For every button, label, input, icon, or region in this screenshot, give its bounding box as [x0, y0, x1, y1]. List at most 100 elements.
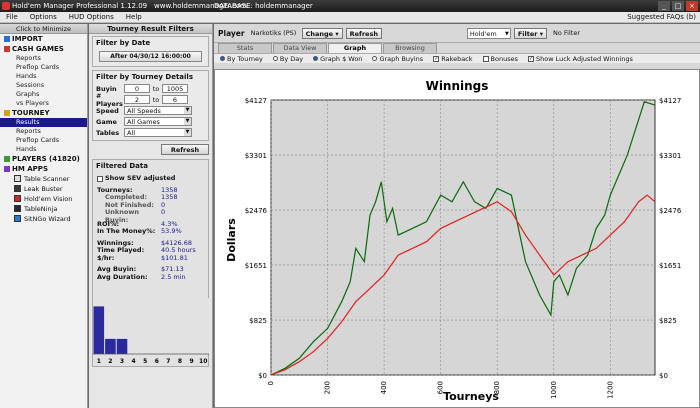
nav-tourney-preflop-cards[interactable]: Preflop Cards [0, 136, 87, 145]
chevron-down-icon: ▾ [335, 29, 339, 38]
game-type-select[interactable]: Hold'em ▼ [466, 27, 511, 39]
sev-checkbox[interactable] [97, 175, 103, 182]
nav-cash-reports[interactable]: Reports [0, 54, 87, 63]
y-tick-label-right: $825 [659, 317, 677, 325]
sev-checkbox-row[interactable]: Show SEV adjusted [93, 174, 208, 183]
title-bar: Hold'em Manager Professional 1.12.09 www… [0, 0, 700, 12]
minimize-nav-button[interactable]: Click to Minimize [0, 24, 87, 34]
buyin-to-input[interactable]: 1005 [162, 84, 188, 93]
nav-cash-hands[interactable]: Hands [0, 72, 87, 81]
nav-players[interactable]: PLAYERS (41820) [0, 154, 87, 164]
nav-app-tableninja[interactable]: TableNinja [0, 204, 87, 214]
x-tick-label: 1000 [550, 381, 558, 399]
tableninja-icon [14, 205, 21, 212]
filter-refresh-button[interactable]: Refresh [161, 144, 209, 155]
players-from-input[interactable]: 2 [124, 95, 150, 104]
import-icon [4, 36, 10, 42]
maximize-button[interactable]: □ [672, 1, 684, 11]
change-player-button[interactable]: Change ▾ [301, 27, 343, 39]
view-tabs: Stats Data View Graph Browsing [214, 43, 700, 53]
main-panel: Player Narkotiks (PS) Change ▾ Refresh H… [214, 24, 700, 408]
date-filter-button[interactable]: After 04/30/12 16:00:00 [99, 51, 202, 62]
nav-cash-vs-players[interactable]: vs Players [0, 99, 87, 108]
menu-hud-options[interactable]: HUD Options [63, 13, 120, 21]
game-label: Game [96, 117, 117, 126]
nav-app-leak-buster[interactable]: Leak Buster [0, 184, 87, 194]
y-tick-label-right: $0 [659, 372, 668, 380]
nav-tourney-hands[interactable]: Hands [0, 145, 87, 154]
y-tick-label-left: $0 [258, 372, 267, 380]
rakeback-option[interactable]: ✓ Rakeback [433, 55, 473, 63]
nav-tourney-results[interactable]: Results [0, 118, 87, 127]
mini-bar-label: 4 [132, 358, 136, 365]
players-icon [4, 156, 10, 162]
tab-browsing[interactable]: Browsing [383, 43, 437, 53]
filter-by-date-box: Filter by Date After 04/30/12 16:00:00 [92, 36, 209, 67]
mini-bar-label: 2 [108, 358, 112, 365]
game-row: Game All Games ▼ [93, 116, 208, 127]
close-button[interactable]: × [686, 1, 698, 11]
by-day-option[interactable]: By Day [272, 55, 303, 63]
graph-won-option[interactable]: Graph $ Won [313, 55, 362, 63]
graph-won-radio[interactable] [313, 56, 319, 61]
nav-cash-games[interactable]: CASH GAMES [0, 44, 87, 54]
filter-by-details-box: Filter by Tourney Details Buyin 0 to 100… [92, 70, 209, 141]
player-refresh-button[interactable]: Refresh [345, 27, 382, 39]
by-day-radio[interactable] [272, 56, 278, 61]
filter-by-details-title: Filter by Tourney Details [96, 73, 193, 81]
sev-label: Show SEV adjusted [105, 174, 176, 182]
y-tick-label-left: $1651 [245, 262, 267, 270]
nav-cash-sessions[interactable]: Sessions [0, 81, 87, 90]
winnings-graph-container: Winnings Tourneys Dollars $0 $0 $825 $825 $1… [214, 69, 700, 408]
nav-cash-preflop-cards[interactable]: Preflop Cards [0, 63, 87, 72]
menu-options[interactable]: Options [24, 13, 63, 21]
by-tourney-option[interactable]: By Tourney [220, 55, 263, 63]
by-tourney-radio[interactable] [220, 56, 225, 61]
nav-hm-apps[interactable]: HM APPS [0, 164, 87, 174]
nav-cash-graphs[interactable]: Graphs [0, 90, 87, 99]
filter-panel-header: Tourney Result Filters [89, 24, 212, 34]
x-tick-label: 1200 [606, 381, 614, 399]
tab-data-view[interactable]: Data View [273, 43, 327, 53]
filter-button[interactable]: Filter ▾ [513, 27, 547, 39]
bonuses-option[interactable]: Bonuses [482, 55, 518, 63]
game-select[interactable]: All Games ▼ [124, 117, 192, 126]
mini-bar-label: 8 [178, 358, 182, 365]
nav-app-holdem-vision[interactable]: Hold'em Vision [0, 194, 87, 204]
mini-bar [93, 306, 105, 354]
y-tick-label-left: $3301 [245, 152, 267, 160]
minimize-button[interactable]: _ [658, 1, 670, 11]
mini-bar [116, 338, 128, 354]
luck-adjusted-checkbox[interactable]: ✓ [527, 55, 534, 62]
mini-bar [105, 338, 116, 354]
cash-games-icon [4, 46, 10, 52]
y-tick-label-right: $1651 [659, 262, 681, 270]
y-tick-label-right: $4127 [659, 97, 681, 105]
players-to-input[interactable]: 6 [162, 95, 188, 104]
suggested-faqs-link[interactable]: Suggested FAQs (b) [627, 12, 696, 23]
tab-graph[interactable]: Graph [328, 43, 382, 53]
luck-adjusted-option[interactable]: ✓ Show Luck Adjusted Winnings [527, 55, 633, 63]
graph-buyins-radio[interactable] [372, 56, 378, 61]
nav-app-sitngo-wizard[interactable]: SitNGo Wizard [0, 214, 87, 224]
bonuses-checkbox[interactable] [482, 55, 489, 62]
speed-select[interactable]: All Speeds ▼ [124, 106, 192, 115]
menu-file[interactable]: File [0, 13, 24, 21]
graph-x-label: Tourneys [443, 390, 499, 403]
filtered-data-title: Filtered Data [96, 162, 148, 170]
graph-buyins-option[interactable]: Graph Buyins [372, 55, 423, 63]
buyin-from-input[interactable]: 0 [124, 84, 150, 93]
nav-app-table-scanner[interactable]: Table Scanner [0, 174, 87, 184]
nav-tourney[interactable]: TOURNEY [0, 108, 87, 118]
tab-stats[interactable]: Stats [218, 43, 272, 53]
stat-unknown-buyin: Unknown Buyin: 0 [105, 208, 166, 224]
graph-options-bar: By Tourney By Day Graph $ Won Graph Buyi… [214, 53, 700, 63]
holdem-vision-icon [14, 195, 21, 202]
sitngo-wizard-icon [14, 215, 21, 222]
rakeback-checkbox[interactable]: ✓ [433, 55, 440, 62]
nav-tourney-reports[interactable]: Reports [0, 127, 87, 136]
menu-help[interactable]: Help [120, 13, 148, 21]
mini-bar-label: 6 [155, 358, 159, 365]
tables-select[interactable]: All ▼ [124, 128, 192, 137]
nav-import[interactable]: IMPORT [0, 34, 87, 44]
